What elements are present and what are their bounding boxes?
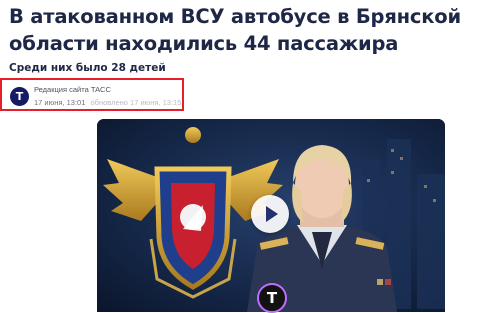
article-headline: В атакованном ВСУ автобусе в Брянской об…: [9, 5, 461, 55]
play-button[interactable]: [251, 195, 289, 233]
tass-logo-badge: T: [257, 283, 287, 313]
author-avatar[interactable]: Т: [10, 87, 29, 106]
article-subtitle: Среди них было 28 детей: [9, 62, 166, 74]
publication-dates: 17 июня, 13:01 обновлено 17 июня, 13:15: [34, 98, 181, 107]
updated-date: обновлено 17 июня, 13:15: [90, 98, 182, 107]
play-icon: [266, 206, 278, 222]
author-block: Т Редакция сайта ТАСС 17 июня, 13:01 обн…: [0, 78, 184, 111]
author-name[interactable]: Редакция сайта ТАСС: [34, 85, 111, 94]
published-date: 17 июня, 13:01: [34, 98, 86, 107]
